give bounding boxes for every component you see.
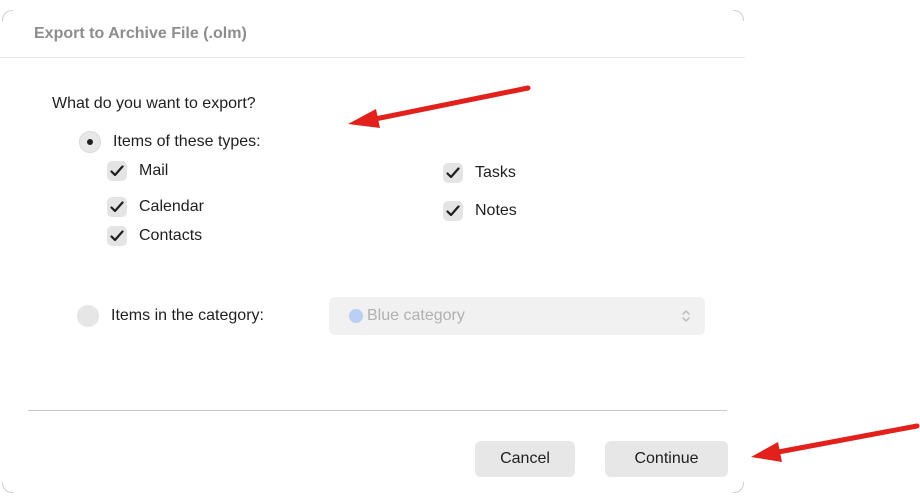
category-color-dot <box>349 309 363 323</box>
dialog-corner <box>2 482 13 493</box>
checkbox-box[interactable] <box>107 161 127 181</box>
checkbox-mail[interactable]: Mail <box>107 161 168 181</box>
footer-divider <box>28 410 727 411</box>
dialog-title: Export to Archive File (.olm) <box>34 25 247 42</box>
checkbox-box[interactable] <box>107 197 127 217</box>
red-arrow-annotation <box>751 423 920 462</box>
radio-items-in-category-label: Items in the category: <box>111 307 264 324</box>
title-divider <box>0 57 745 58</box>
checkbox-tasks[interactable]: Tasks <box>443 163 516 183</box>
export-question: What do you want to export? <box>52 95 256 112</box>
checkbox-calendar-label: Calendar <box>139 198 204 215</box>
checkmark-icon <box>110 165 124 177</box>
checkmark-icon <box>110 230 124 242</box>
checkbox-tasks-label: Tasks <box>475 164 516 181</box>
checkbox-notes[interactable]: Notes <box>443 201 517 221</box>
checkmark-icon <box>110 201 124 213</box>
checkbox-box[interactable] <box>443 201 463 221</box>
radio-button-selected[interactable] <box>79 131 101 153</box>
dialog-corner <box>733 482 744 493</box>
category-selected-value: Blue category <box>367 307 465 324</box>
radio-items-of-types[interactable]: Items of these types: <box>79 131 261 153</box>
dialog-corner <box>733 10 744 21</box>
radio-items-of-types-label: Items of these types: <box>113 133 261 150</box>
checkbox-box[interactable] <box>107 226 127 246</box>
continue-button[interactable]: Continue <box>605 441 728 477</box>
radio-items-in-category[interactable]: Items in the category: <box>77 305 264 327</box>
checkmark-icon <box>446 167 460 179</box>
chevron-updown-icon <box>682 310 690 322</box>
checkbox-contacts-label: Contacts <box>139 227 203 244</box>
checkbox-notes-label: Notes <box>475 202 517 219</box>
checkmark-icon <box>446 205 460 217</box>
checkbox-contacts[interactable]: Contacts <box>107 226 202 246</box>
cancel-button[interactable]: Cancel <box>475 441 575 477</box>
radio-button-unselected[interactable] <box>77 305 99 327</box>
category-select[interactable]: Blue category <box>329 297 705 335</box>
checkbox-calendar[interactable]: Calendar <box>107 197 204 217</box>
checkbox-box[interactable] <box>443 163 463 183</box>
radio-dot <box>87 139 93 145</box>
dialog-corner <box>2 10 13 21</box>
checkbox-mail-label: Mail <box>139 162 169 179</box>
export-dialog: Export to Archive File (.olm) What do yo… <box>0 0 745 500</box>
red-arrow-annotation <box>348 85 531 128</box>
